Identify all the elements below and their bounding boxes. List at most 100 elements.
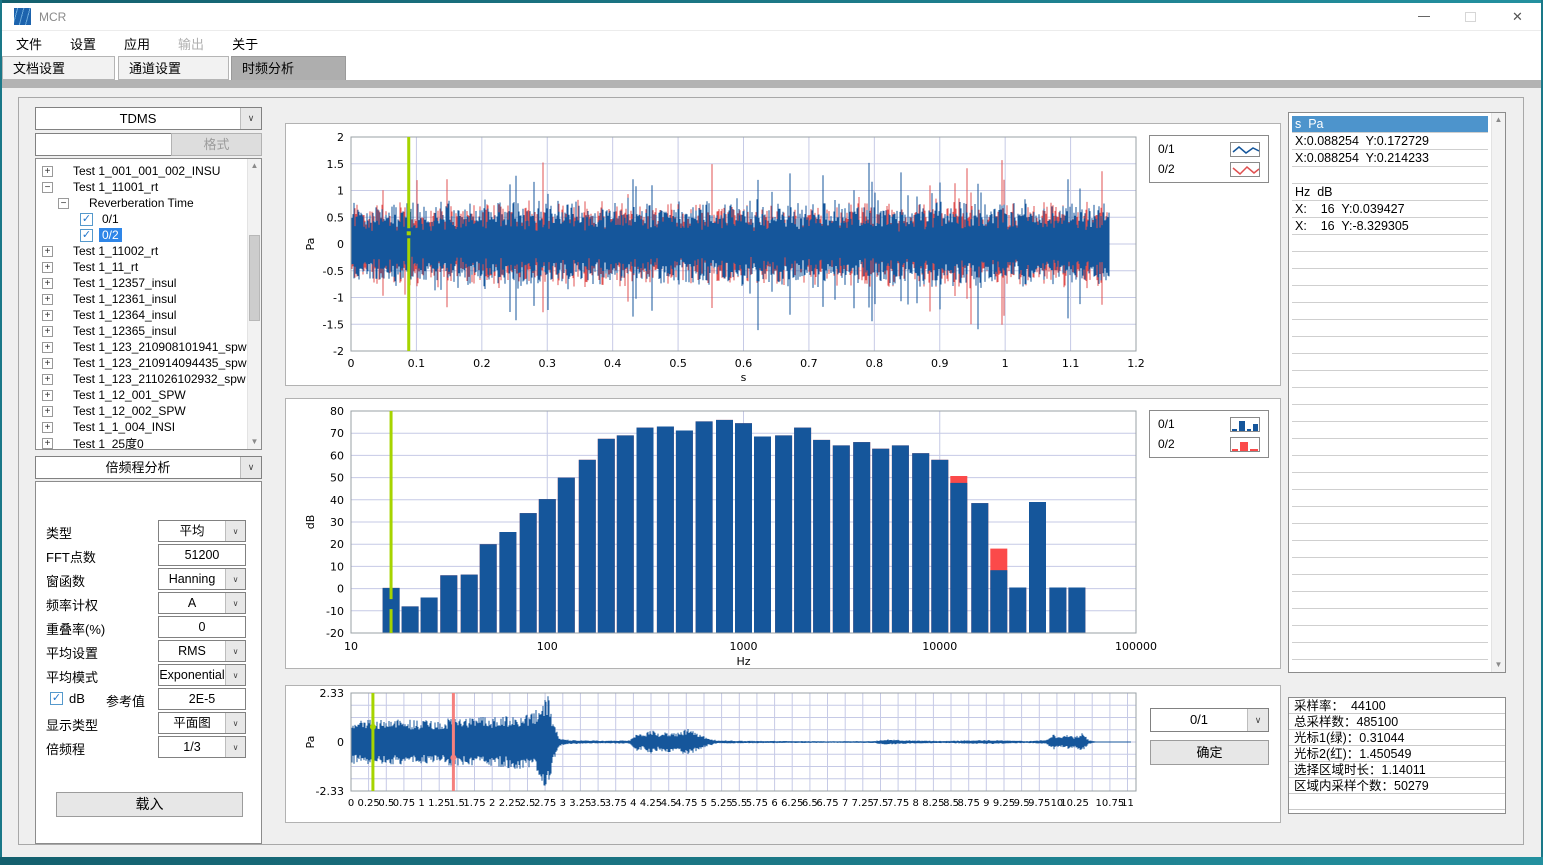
readout-row-empty[interactable] xyxy=(1292,660,1488,673)
chevron-down-icon[interactable]: ∨ xyxy=(225,569,245,589)
menu-item-about[interactable]: 关于 xyxy=(232,34,258,53)
readout-row-empty[interactable] xyxy=(1292,320,1488,337)
readout-row-empty[interactable] xyxy=(1292,524,1488,541)
readout-row-empty[interactable] xyxy=(1292,286,1488,303)
readout-row-empty[interactable] xyxy=(1292,388,1488,405)
confirm-button[interactable]: 确定 xyxy=(1150,740,1269,765)
close-button[interactable]: ✕ xyxy=(1494,3,1541,30)
readout-row-empty[interactable] xyxy=(1292,456,1488,473)
readout-row[interactable]: Hz dB xyxy=(1292,184,1488,201)
form-field-fft-points[interactable]: 51200 xyxy=(158,544,246,566)
form-field-display-type[interactable]: 平面图∨ xyxy=(158,712,246,734)
readout-row[interactable]: X:0.088254 Y:0.214233 xyxy=(1292,150,1488,167)
overview-channel-combo[interactable]: 0/1 ∨ xyxy=(1150,708,1269,732)
tree-item-test-1-1-004-insi[interactable]: +Test 1_1_004_INSI xyxy=(36,419,247,435)
tree-item-test-1-12365-insul[interactable]: +Test 1_12365_insul xyxy=(36,323,247,339)
tree-expander-icon[interactable]: + xyxy=(42,166,53,177)
tree-scrollbar[interactable]: ▲ ▼ xyxy=(247,159,261,449)
readout-row-empty[interactable] xyxy=(1292,439,1488,456)
chevron-down-icon[interactable]: ∨ xyxy=(225,521,245,541)
chevron-down-icon[interactable]: ∨ xyxy=(225,737,245,757)
format-type-combo[interactable]: TDMS ∨ xyxy=(35,107,262,130)
menu-item-settings[interactable]: 设置 xyxy=(70,34,96,53)
readout-row-empty[interactable] xyxy=(1292,405,1488,422)
menu-item-file[interactable]: 文件 xyxy=(16,34,42,53)
tree-item-test-1-123-211026102932-spw[interactable]: +Test 1_123_211026102932_spw xyxy=(36,371,247,387)
menu-item-application[interactable]: 应用 xyxy=(124,34,150,53)
tree-expander-icon[interactable]: − xyxy=(42,182,53,193)
tree-expander-icon[interactable]: + xyxy=(42,262,53,273)
form-field-average-mode[interactable]: Exponential∨ xyxy=(158,664,246,686)
scroll-down-icon[interactable]: ▼ xyxy=(248,435,261,449)
tree-expander-icon[interactable]: + xyxy=(42,246,53,257)
tree-expander-icon[interactable]: + xyxy=(42,342,53,353)
overview-waveform-chart[interactable]: 2.330-2.3300.250.50.7511.251.51.7522.252… xyxy=(286,686,1280,822)
chevron-down-icon[interactable]: ∨ xyxy=(225,665,245,685)
chevron-down-icon[interactable]: ∨ xyxy=(225,593,245,613)
tree-item-test-1-12361-insul[interactable]: +Test 1_12361_insul xyxy=(36,291,247,307)
tab-channel-settings[interactable]: 通道设置 xyxy=(118,56,229,80)
form-field-type[interactable]: 平均∨ xyxy=(158,520,246,542)
tree-expander-icon[interactable]: + xyxy=(42,422,53,433)
filter-input[interactable] xyxy=(35,133,172,156)
format-button[interactable]: 格式 xyxy=(171,133,262,156)
readout-row-empty[interactable] xyxy=(1292,541,1488,558)
tree-expander-icon[interactable]: + xyxy=(42,294,53,305)
readout-row[interactable] xyxy=(1292,167,1488,184)
tree-item-test-1-12-002-spw[interactable]: +Test 1_12_002_SPW xyxy=(36,403,247,419)
chevron-down-icon[interactable]: ∨ xyxy=(225,713,245,733)
time-waveform-chart[interactable]: 21.510.50-0.5-1-1.5-200.10.20.30.40.50.6… xyxy=(286,124,1280,385)
form-field-average-setting[interactable]: RMS∨ xyxy=(158,640,246,662)
load-button[interactable]: 载入 xyxy=(56,792,243,817)
tree-expander-icon[interactable]: + xyxy=(42,406,53,417)
readout-row-empty[interactable] xyxy=(1292,269,1488,286)
scroll-down-icon[interactable]: ▼ xyxy=(1492,658,1505,672)
readout-row-empty[interactable] xyxy=(1292,643,1488,660)
readout-scrollbar[interactable]: ▲ ▼ xyxy=(1491,113,1505,672)
readout-row-empty[interactable] xyxy=(1292,609,1488,626)
form-field-window-function[interactable]: Hanning∨ xyxy=(158,568,246,590)
tree-item-test-1-11002-rt[interactable]: +Test 1_11002_rt xyxy=(36,243,247,259)
chevron-down-icon[interactable]: ∨ xyxy=(240,457,261,478)
readout-row[interactable]: X: 16 Y:0.039427 xyxy=(1292,201,1488,218)
readout-row[interactable]: X: 16 Y:-8.329305 xyxy=(1292,218,1488,235)
octave-spectrum-chart[interactable]: 80706050403020100-10-2010100100010000100… xyxy=(286,399,1280,668)
scroll-up-icon[interactable]: ▲ xyxy=(1492,113,1505,127)
readout-row-empty[interactable] xyxy=(1292,235,1488,252)
tree-item-channel-0-1[interactable]: ✓0/1 xyxy=(36,211,247,227)
readout-row-empty[interactable] xyxy=(1292,422,1488,439)
tree-item-channel-0-2[interactable]: ✓0/2 xyxy=(36,227,247,243)
tree-expander-icon[interactable]: + xyxy=(42,438,53,449)
readout-row-empty[interactable] xyxy=(1292,592,1488,609)
readout-row-empty[interactable] xyxy=(1292,558,1488,575)
readout-row-empty[interactable] xyxy=(1292,337,1488,354)
tree-expander-icon[interactable]: + xyxy=(42,358,53,369)
readout-row-empty[interactable] xyxy=(1292,371,1488,388)
readout-row-empty[interactable] xyxy=(1292,303,1488,320)
tree-expander-icon[interactable]: + xyxy=(42,374,53,385)
tree-item-test-1-11001-rt[interactable]: −Test 1_11001_rt xyxy=(36,179,247,195)
readout-row[interactable]: s Pa xyxy=(1292,116,1488,133)
scroll-up-icon[interactable]: ▲ xyxy=(248,159,261,173)
form-field-frequency-weighting[interactable]: A∨ xyxy=(158,592,246,614)
tree-expander-icon[interactable]: + xyxy=(42,310,53,321)
tree-item-test-1-12364-insul[interactable]: +Test 1_12364_insul xyxy=(36,307,247,323)
readout-row-empty[interactable] xyxy=(1292,252,1488,269)
chevron-down-icon[interactable]: ∨ xyxy=(225,641,245,661)
scrollbar-thumb[interactable] xyxy=(249,235,260,321)
checkbox[interactable]: ✓ xyxy=(80,213,93,226)
checkbox[interactable]: ✓ xyxy=(50,692,63,705)
analysis-type-combo[interactable]: 倍频程分析 ∨ xyxy=(35,456,262,479)
tree-item-test-1-123-210908101941-spw[interactable]: +Test 1_123_210908101941_spw xyxy=(36,339,247,355)
tree-item-test-1-12-001-spw[interactable]: +Test 1_12_001_SPW xyxy=(36,387,247,403)
tab-document-settings[interactable]: 文档设置 xyxy=(2,56,115,80)
readout-row-empty[interactable] xyxy=(1292,626,1488,643)
tree-item-reverberation-time[interactable]: −Reverberation Time xyxy=(36,195,247,211)
chevron-down-icon[interactable]: ∨ xyxy=(240,108,261,129)
chevron-down-icon[interactable]: ∨ xyxy=(1247,709,1268,731)
tree-item-test-1-11-rt[interactable]: +Test 1_11_rt xyxy=(36,259,247,275)
tree-expander-icon[interactable]: − xyxy=(58,198,69,209)
form-field-octave[interactable]: 1/3∨ xyxy=(158,736,246,758)
readout-row-empty[interactable] xyxy=(1292,354,1488,371)
form-field-db-reference[interactable]: 2E-5 xyxy=(158,688,246,710)
